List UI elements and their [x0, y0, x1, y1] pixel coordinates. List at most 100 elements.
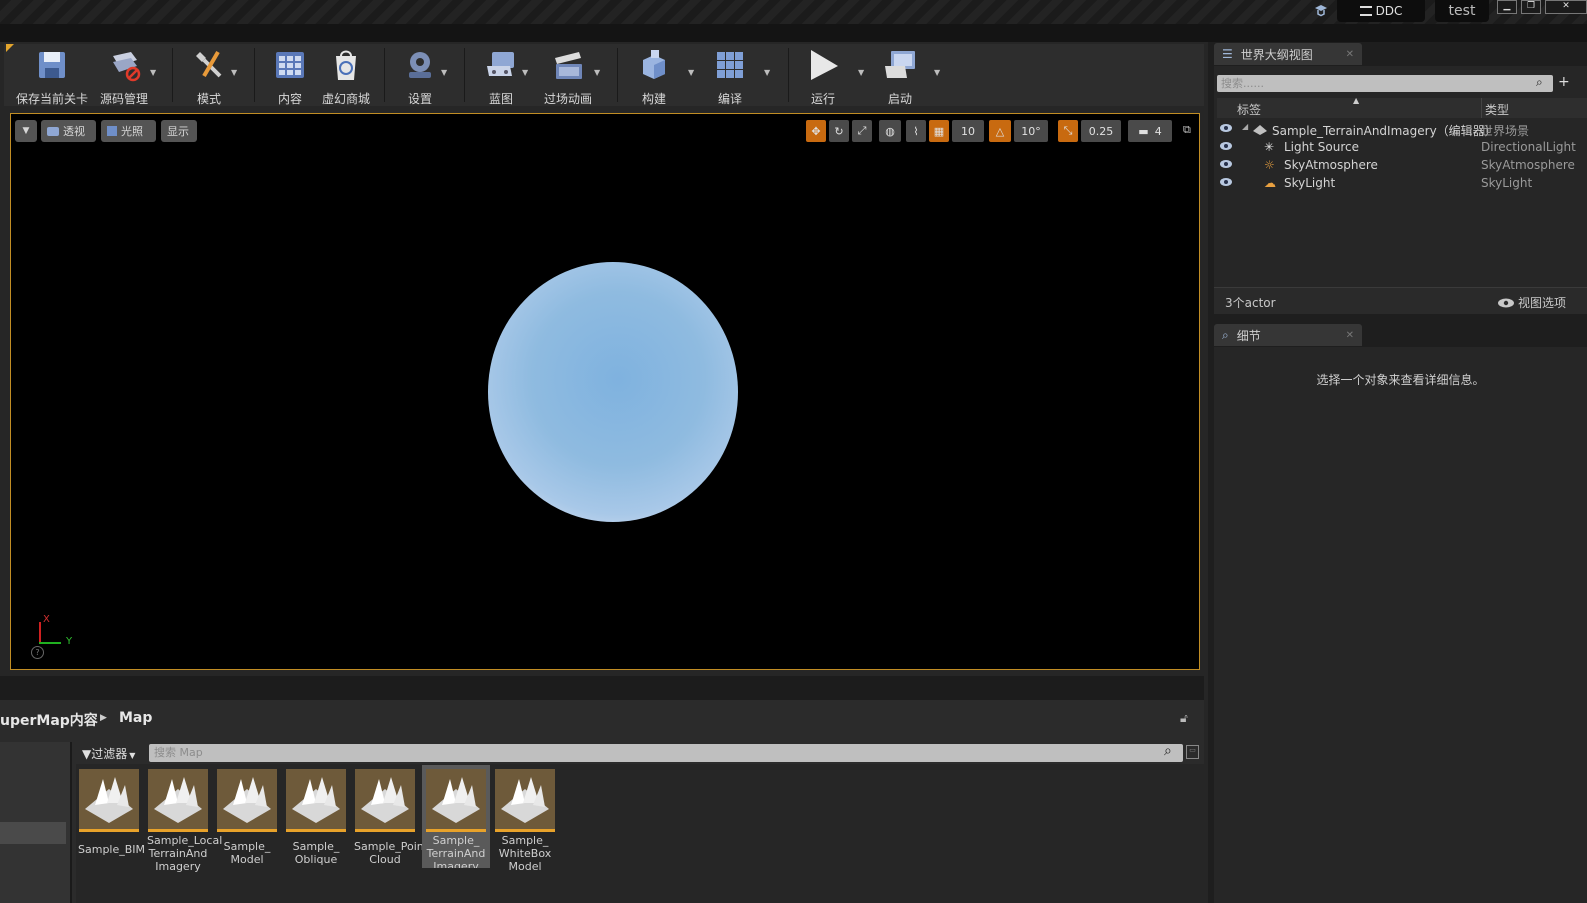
outliner-search-input[interactable]: 搜索...... — [1217, 75, 1553, 92]
scale-snap-button[interactable]: ⤡ — [1058, 120, 1078, 142]
lock-icon[interactable]: 🔓︎ — [1180, 711, 1188, 726]
blueprints-dropdown-icon[interactable]: ▼ — [522, 68, 528, 77]
asset-tile[interactable]: Sample_ WhiteBox Model — [494, 769, 556, 873]
expand-arrow-icon[interactable]: ◢ — [1242, 122, 1248, 131]
toolbar-divider — [254, 48, 255, 102]
compile-button[interactable]: 编译 — [706, 46, 754, 107]
rotate-snap-value[interactable]: 10° — [1014, 120, 1048, 142]
marketplace-button[interactable]: 虚幻商城 — [318, 46, 374, 107]
source-control-dropdown-icon[interactable]: ▼ — [150, 68, 156, 77]
rotate-icon: ↻ — [834, 124, 844, 138]
rotate-snap-button[interactable]: △ — [989, 120, 1011, 142]
grid-snap-button[interactable]: ▦ — [929, 120, 949, 142]
visibility-eye-icon[interactable] — [1220, 177, 1232, 187]
rotate-mode-button[interactable]: ↻ — [829, 120, 849, 142]
content-search-icon[interactable]: ⌕ — [1164, 743, 1172, 759]
camera-speed-button[interactable]: ▬ 4 — [1128, 120, 1172, 142]
search-icon[interactable]: ⌕ — [1536, 75, 1552, 92]
camera-speed-label: 4 — [1154, 124, 1162, 138]
tab-details[interactable]: ⌕ 细节 ✕ — [1214, 324, 1362, 346]
translate-mode-button[interactable]: ✥ — [806, 120, 826, 142]
details-panel: 选择一个对象来查看详细信息。 — [1214, 347, 1587, 903]
type-column-header[interactable]: 类型 — [1485, 101, 1509, 118]
settings-button[interactable]: 设置 — [398, 46, 442, 107]
sources-splitter[interactable] — [70, 742, 72, 903]
close-tab-icon[interactable]: ✕ — [1346, 49, 1354, 60]
compile-dropdown-icon[interactable]: ▼ — [764, 68, 770, 77]
x-axis-label: X — [43, 614, 50, 625]
panel-splitter[interactable] — [0, 676, 1204, 700]
path-separator-icon[interactable]: ▶ — [100, 713, 107, 723]
build-button[interactable]: 构建 — [632, 46, 676, 107]
selected-source-folder[interactable] — [0, 822, 66, 844]
path-current-crumb[interactable]: Map — [119, 710, 152, 726]
asset-name-line: TerrainAnd — [426, 847, 486, 860]
surface-snap-button[interactable]: ⌇ — [906, 120, 926, 142]
viewport-options-button[interactable]: ▼ — [15, 120, 37, 142]
save-level-button[interactable]: 保存当前关卡 — [14, 46, 90, 107]
camera-icon: ▬ — [1138, 124, 1149, 138]
asset-tile[interactable]: Sample_BIM — [78, 769, 145, 856]
sort-asc-icon: ▲ — [1353, 96, 1360, 105]
cinematics-button[interactable]: 过场动画 — [540, 46, 596, 107]
source-control-button[interactable]: 源码管理 — [96, 46, 152, 107]
settings-dropdown-icon[interactable]: ▼ — [441, 68, 447, 77]
build-dropdown-icon[interactable]: ▼ — [688, 68, 694, 77]
column-divider[interactable] — [1481, 98, 1482, 118]
play-button[interactable]: 运行 — [800, 46, 846, 107]
scale-snap-value[interactable]: 0.25 — [1081, 120, 1121, 142]
cinematics-dropdown-icon[interactable]: ▼ — [594, 68, 600, 77]
visibility-eye-icon[interactable] — [1220, 123, 1232, 133]
content-search-placeholder: 搜索 Map — [154, 746, 203, 759]
show-button[interactable]: 显示 — [161, 120, 197, 142]
view-options-button[interactable]: 视图选项 — [1498, 294, 1566, 311]
visibility-eye-icon[interactable] — [1220, 159, 1232, 169]
launch-dropdown-icon[interactable]: ▼ — [934, 68, 940, 77]
perspective-button[interactable]: 透视 — [41, 120, 96, 142]
close-tab-icon[interactable]: ✕ — [1346, 330, 1354, 341]
visibility-eye-icon[interactable] — [1220, 141, 1232, 151]
content-search-input[interactable]: 搜索 Map — [149, 744, 1183, 762]
close-button[interactable]: ✕ — [1545, 0, 1587, 14]
outliner-row[interactable]: ☁ SkyLight SkyLight — [1214, 175, 1587, 193]
modes-button[interactable]: 模式 — [186, 46, 232, 107]
ue-logo-icon[interactable] — [1313, 2, 1329, 18]
maximize-button[interactable]: ❐ — [1521, 0, 1541, 14]
tab-world-outliner[interactable]: ☰ 世界大纲视图 ✕ — [1214, 43, 1362, 65]
save-level-label: 保存当前关卡 — [15, 92, 88, 106]
help-icon[interactable]: ? — [31, 646, 44, 659]
outliner-row[interactable]: ◢ Sample_TerrainAndImagery（编辑器） 世界场景 — [1214, 121, 1587, 139]
path-root-crumb[interactable]: uperMap内容 — [0, 710, 98, 730]
asset-tile[interactable]: Sample_Local TerrainAnd Imagery — [147, 769, 222, 873]
outliner-row-label: Sample_TerrainAndImagery（编辑器） — [1272, 124, 1497, 138]
grid-snap-value[interactable]: 10 — [952, 120, 984, 142]
play-dropdown-icon[interactable]: ▼ — [858, 68, 864, 77]
asset-tile[interactable]: Sample_ Oblique — [285, 769, 347, 866]
ddc-button[interactable]: DDC — [1337, 0, 1425, 22]
earth-sphere[interactable] — [488, 262, 738, 522]
outliner-row[interactable]: ☼ SkyAtmosphere SkyAtmosphere — [1214, 157, 1587, 175]
lit-mode-button[interactable]: 光照 — [101, 120, 156, 142]
asset-tile[interactable]: Sample_Point Cloud — [354, 769, 428, 866]
minimize-button[interactable]: ▁ — [1497, 0, 1517, 14]
content-button[interactable]: 内容 — [268, 46, 312, 107]
modes-dropdown-icon[interactable]: ▼ — [231, 68, 237, 77]
scale-mode-button[interactable]: ⤢ — [852, 120, 872, 142]
translate-icon: ✥ — [811, 124, 821, 138]
project-name[interactable]: test — [1435, 0, 1489, 22]
label-column-header[interactable]: 标签 — [1237, 101, 1261, 118]
outliner-row[interactable]: ✳ Light Source DirectionalLight — [1214, 139, 1587, 157]
add-filter-icon[interactable]: + — [1558, 74, 1570, 90]
main-toolbar — [4, 44, 1204, 106]
asset-name-line: Sample_ — [501, 834, 549, 847]
asset-tile[interactable]: Sample_ Model — [216, 769, 278, 866]
asset-tile-selected[interactable]: Sample_ TerrainAnd Imagery — [422, 765, 490, 868]
filters-button[interactable]: ▼过滤器 ▼ — [82, 745, 135, 762]
world-local-button[interactable]: ◍ — [879, 120, 901, 142]
compile-icon — [713, 48, 747, 82]
maximize-viewport-button[interactable]: ⧉ — [1183, 123, 1195, 136]
launch-button[interactable]: 启动 — [876, 46, 924, 107]
blueprints-button[interactable]: 蓝图 — [478, 46, 524, 107]
save-search-icon[interactable]: ▭ — [1186, 745, 1199, 759]
level-viewport[interactable]: ▼ 透视 光照 显示 ✥ ↻ ⤢ ◍ ⌇ ▦ 10 △ 10° ⤡ 0.25 ▬… — [10, 113, 1200, 670]
